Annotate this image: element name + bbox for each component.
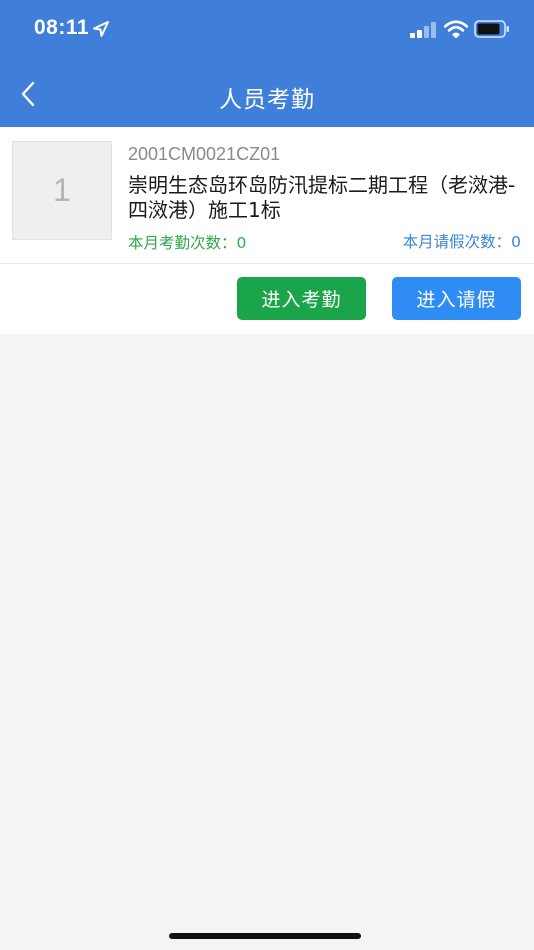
cellular-signal-icon	[410, 22, 436, 38]
header: 08:11 人员考勤	[0, 0, 534, 127]
leave-count: 本月请假次数：0	[402, 233, 521, 251]
project-code: 2001CM0021CZ01	[128, 144, 281, 164]
nav-bar: 人员考勤	[0, 60, 534, 127]
status-bar: 08:11	[0, 0, 534, 60]
project-card: 1 2001CM0021CZ01 崇明生态岛环岛防汛提标二期工程（老滧港-四滧港…	[0, 127, 534, 334]
page-title: 人员考勤	[219, 87, 315, 113]
wifi-icon	[444, 20, 468, 38]
attendance-count: 本月考勤次数：0	[128, 234, 247, 252]
battery-icon	[474, 20, 509, 38]
project-thumbnail: 1	[12, 141, 112, 240]
home-indicator[interactable]	[169, 933, 361, 939]
enter-attendance-button[interactable]: 进入考勤	[237, 277, 366, 320]
location-arrow-icon	[93, 21, 109, 37]
status-time: 08:11	[34, 16, 90, 39]
enter-leave-button[interactable]: 进入请假	[392, 277, 521, 320]
project-name: 崇明生态岛环岛防汛提标二期工程（老滧港-四滧港）施工1标	[128, 173, 516, 222]
divider	[0, 263, 534, 264]
